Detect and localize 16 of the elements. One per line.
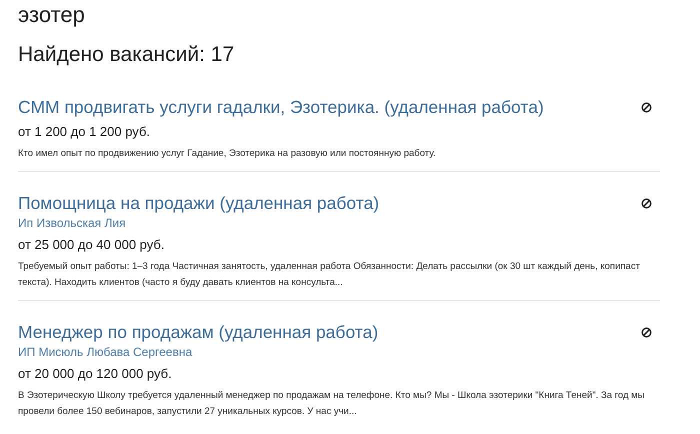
vacancy-title-link[interactable]: Менеджер по продажам (удаленная работа)	[18, 321, 378, 343]
hide-icon[interactable]	[641, 198, 652, 208]
hide-icon[interactable]	[641, 102, 652, 112]
vacancy-title-link[interactable]: СММ продвигать услуги гадалки, Эзотерика. (удаленная работа)	[18, 96, 544, 118]
search-query: эзотер	[18, 2, 86, 28]
vacancy-description: В Эзотерическую Школу требуется удаленный менеджер по продажам на телефоне. Кто мы? Мы - Школа эзотерики "Книга Теней". За год мы провели более 150 вебинаров, запустили 27 уникальных курсов. У нас учи...	[18, 389, 646, 419]
vacancy-description: Требуемый опыт работы: 1–3 года Частичная занятость, удаленная работа Обязанности: Делать рассылки (ок 30 шт каждый день, копипаст текста). Находить клиентов (часто я буду давать клиентов на консульта...	[18, 260, 641, 290]
company-link[interactable]: Ип Извольская Лия	[18, 216, 660, 231]
salary: от 1 200 до 1 200 руб.	[18, 124, 152, 140]
vacancy-title-link[interactable]: Помощница на продажи (удаленная работа)	[18, 192, 380, 214]
company-link[interactable]: ИП Мисюль Любава Сергеевна	[18, 345, 660, 360]
vacancy-description: Кто имел опыт по продвижению услуг Гадание, Эзотерика на разовую или постоянную работу.	[18, 147, 437, 161]
results-heading: Найдено вакансий: 17	[18, 42, 236, 68]
salary: от 20 000 до 120 000 руб.	[18, 366, 173, 382]
salary: от 25 000 до 40 000 руб.	[18, 237, 166, 253]
hide-icon[interactable]	[641, 326, 652, 338]
